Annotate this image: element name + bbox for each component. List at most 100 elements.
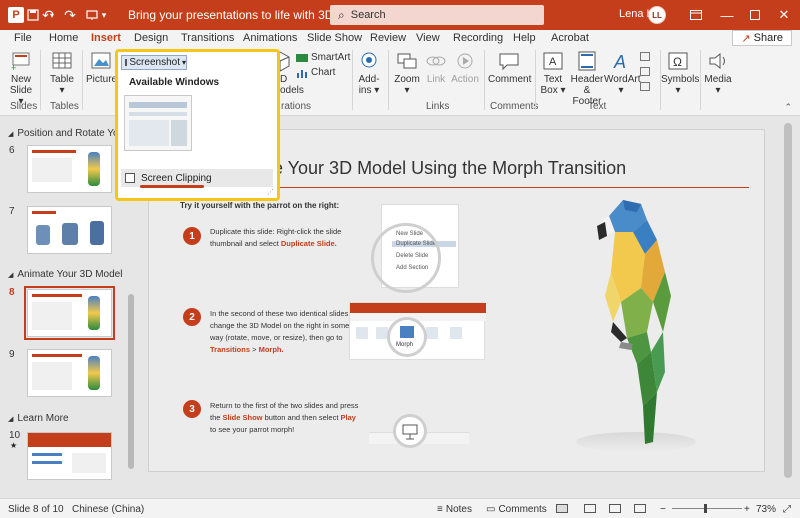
section-header[interactable]: ◢ Animate Your 3D Model (8, 269, 122, 280)
zoom-in-button[interactable]: + (744, 504, 750, 515)
step-number: 2 (183, 308, 201, 326)
slide-number: 10 (9, 430, 21, 441)
search-box[interactable]: ⌕ Search (330, 5, 544, 25)
section-header[interactable]: ◢ Learn More (8, 413, 69, 424)
section-header[interactable]: ◢ Position and Rotate Yo... (8, 128, 127, 139)
table-button[interactable]: Table ▾ (48, 50, 76, 96)
slide-thumbnail-8[interactable] (24, 286, 115, 340)
screenshot-button[interactable]: Screenshot ▾ (121, 55, 187, 70)
tab-acrobat[interactable]: Acrobat (551, 32, 589, 44)
slide-subtitle[interactable]: Try it yourself with the parrot on the r… (180, 201, 339, 210)
fit-slide-icon[interactable]: ⤢ (783, 504, 791, 515)
step-text-2[interactable]: In the second of these two identical sli… (210, 308, 360, 356)
screen-clipping-underline (140, 185, 204, 188)
tab-insert[interactable]: Insert (91, 32, 121, 48)
normal-view-button[interactable] (556, 504, 568, 513)
pictures-button[interactable]: Picture (86, 50, 118, 85)
tab-review[interactable]: Review (370, 32, 406, 44)
step-text-3[interactable]: Return to the first of the two slides an… (210, 400, 360, 436)
tab-help[interactable]: Help (513, 32, 536, 44)
tab-animations[interactable]: Animations (243, 32, 297, 44)
media-button[interactable]: Media ▾ (704, 50, 732, 96)
morph-magnifier: Morph (387, 317, 427, 357)
group-separator (82, 50, 83, 110)
comment-button[interactable]: Comment (488, 50, 532, 85)
wordart-button[interactable]: A WordArt ▾ (604, 50, 641, 96)
slide-counter: Slide 8 of 10 (8, 504, 64, 515)
reading-view-button[interactable] (609, 504, 621, 513)
slide-thumbnail-9[interactable] (27, 349, 112, 397)
status-bar: Slide 8 of 10 Chinese (China) ≡ Notes ▭ … (0, 498, 800, 518)
action-button[interactable]: Action (451, 50, 479, 85)
slide-scrollbar[interactable] (782, 117, 794, 487)
new-slide-button[interactable]: + New Slide ▾ (6, 50, 36, 107)
slide-thumbnail-10[interactable] (27, 432, 112, 480)
tab-file[interactable]: File (14, 32, 32, 44)
comments-label: Comments (498, 504, 547, 515)
zoom-level[interactable]: 73% (756, 504, 776, 515)
table-label: Table (50, 74, 74, 85)
tab-view[interactable]: View (416, 32, 440, 44)
step-text-1[interactable]: Duplicate this slide: Right-click the sl… (210, 226, 360, 250)
comments-button[interactable]: ▭ Comments (486, 504, 547, 515)
morph-label: Morph (396, 342, 414, 348)
comment-label: Comment (488, 74, 532, 85)
slide-number: 9 (9, 349, 15, 360)
group-separator (700, 50, 701, 110)
minimize-icon[interactable]: — (712, 0, 742, 30)
customize-toolbar-icon[interactable]: ▾ (96, 0, 112, 30)
star-icon: ★ (10, 441, 18, 450)
scroll-thumb[interactable] (128, 294, 134, 469)
tab-transitions[interactable]: Transitions (181, 32, 234, 44)
collapse-ribbon-icon[interactable]: ⌃ (784, 102, 792, 113)
avatar[interactable]: LL (648, 6, 666, 24)
text-box-button[interactable]: A Text Box ▾ (539, 50, 567, 96)
zoom-slider[interactable] (672, 504, 742, 513)
reading-view-icon (609, 504, 621, 513)
section-label: Learn More (17, 413, 69, 424)
date-time-icon[interactable] (640, 52, 650, 61)
ribbon-display-icon[interactable] (681, 0, 711, 30)
tab-recording[interactable]: Recording (453, 32, 503, 44)
screen-clipping-icon (125, 173, 135, 183)
object-icon[interactable] (640, 82, 650, 91)
available-window-thumbnail[interactable] (124, 95, 192, 151)
slide-thumbnail-7[interactable] (27, 206, 112, 254)
zoom-button[interactable]: Zoom ▾ (393, 50, 421, 96)
title-bar: P ↶ ▾ ↷ ▾ Bring your presentations to li… (0, 0, 800, 30)
tab-home[interactable]: Home (49, 32, 78, 44)
add-ins-button[interactable]: Add- ins ▾ (356, 50, 382, 96)
notes-label: Notes (445, 504, 472, 515)
slide-number: 8 (9, 287, 15, 298)
maximize-icon[interactable] (740, 0, 770, 30)
tab-design[interactable]: Design (134, 32, 168, 44)
link-button[interactable]: Link (424, 50, 448, 85)
slideshow-view-button[interactable] (634, 504, 646, 513)
zoom-slider-thumb[interactable] (704, 504, 707, 513)
slide-title[interactable]: e Your 3D Model Using the Morph Transiti… (273, 158, 626, 179)
resize-grip-icon[interactable]: ⋰ (267, 188, 274, 196)
slide-thumbnail-6[interactable] (27, 145, 112, 193)
language-indicator[interactable]: Chinese (China) (72, 504, 144, 515)
slide-sorter-button[interactable] (584, 504, 596, 513)
wordart-icon: A (613, 52, 626, 72)
text-extra-icons[interactable] (640, 52, 650, 91)
parrot-3d-model[interactable] (541, 192, 711, 462)
add-ins-label-2: ins (358, 85, 372, 96)
close-icon[interactable]: ✕ (769, 0, 799, 30)
pictures-label: Picture (86, 74, 118, 85)
group-separator (352, 50, 353, 110)
symbols-button[interactable]: Ω Symbols ▾ (661, 50, 699, 96)
collapse-icon: ◢ (8, 130, 14, 138)
scroll-thumb[interactable] (784, 123, 792, 478)
notes-button[interactable]: ≡ Notes (437, 504, 472, 515)
share-button[interactable]: ↗ Share (732, 30, 792, 46)
slide-number-icon[interactable] (640, 67, 650, 76)
tab-slide-show[interactable]: Slide Show (307, 32, 362, 44)
zoom-out-button[interactable]: − (660, 504, 666, 515)
3d-models-label-partial[interactable]: D (280, 74, 287, 85)
3d-models-label-partial-2[interactable]: odels (280, 85, 304, 96)
header-footer-button[interactable]: Header & Footer (568, 50, 606, 107)
smartart-button[interactable]: SmartArt (296, 52, 350, 63)
chart-button[interactable]: Chart (296, 67, 335, 78)
